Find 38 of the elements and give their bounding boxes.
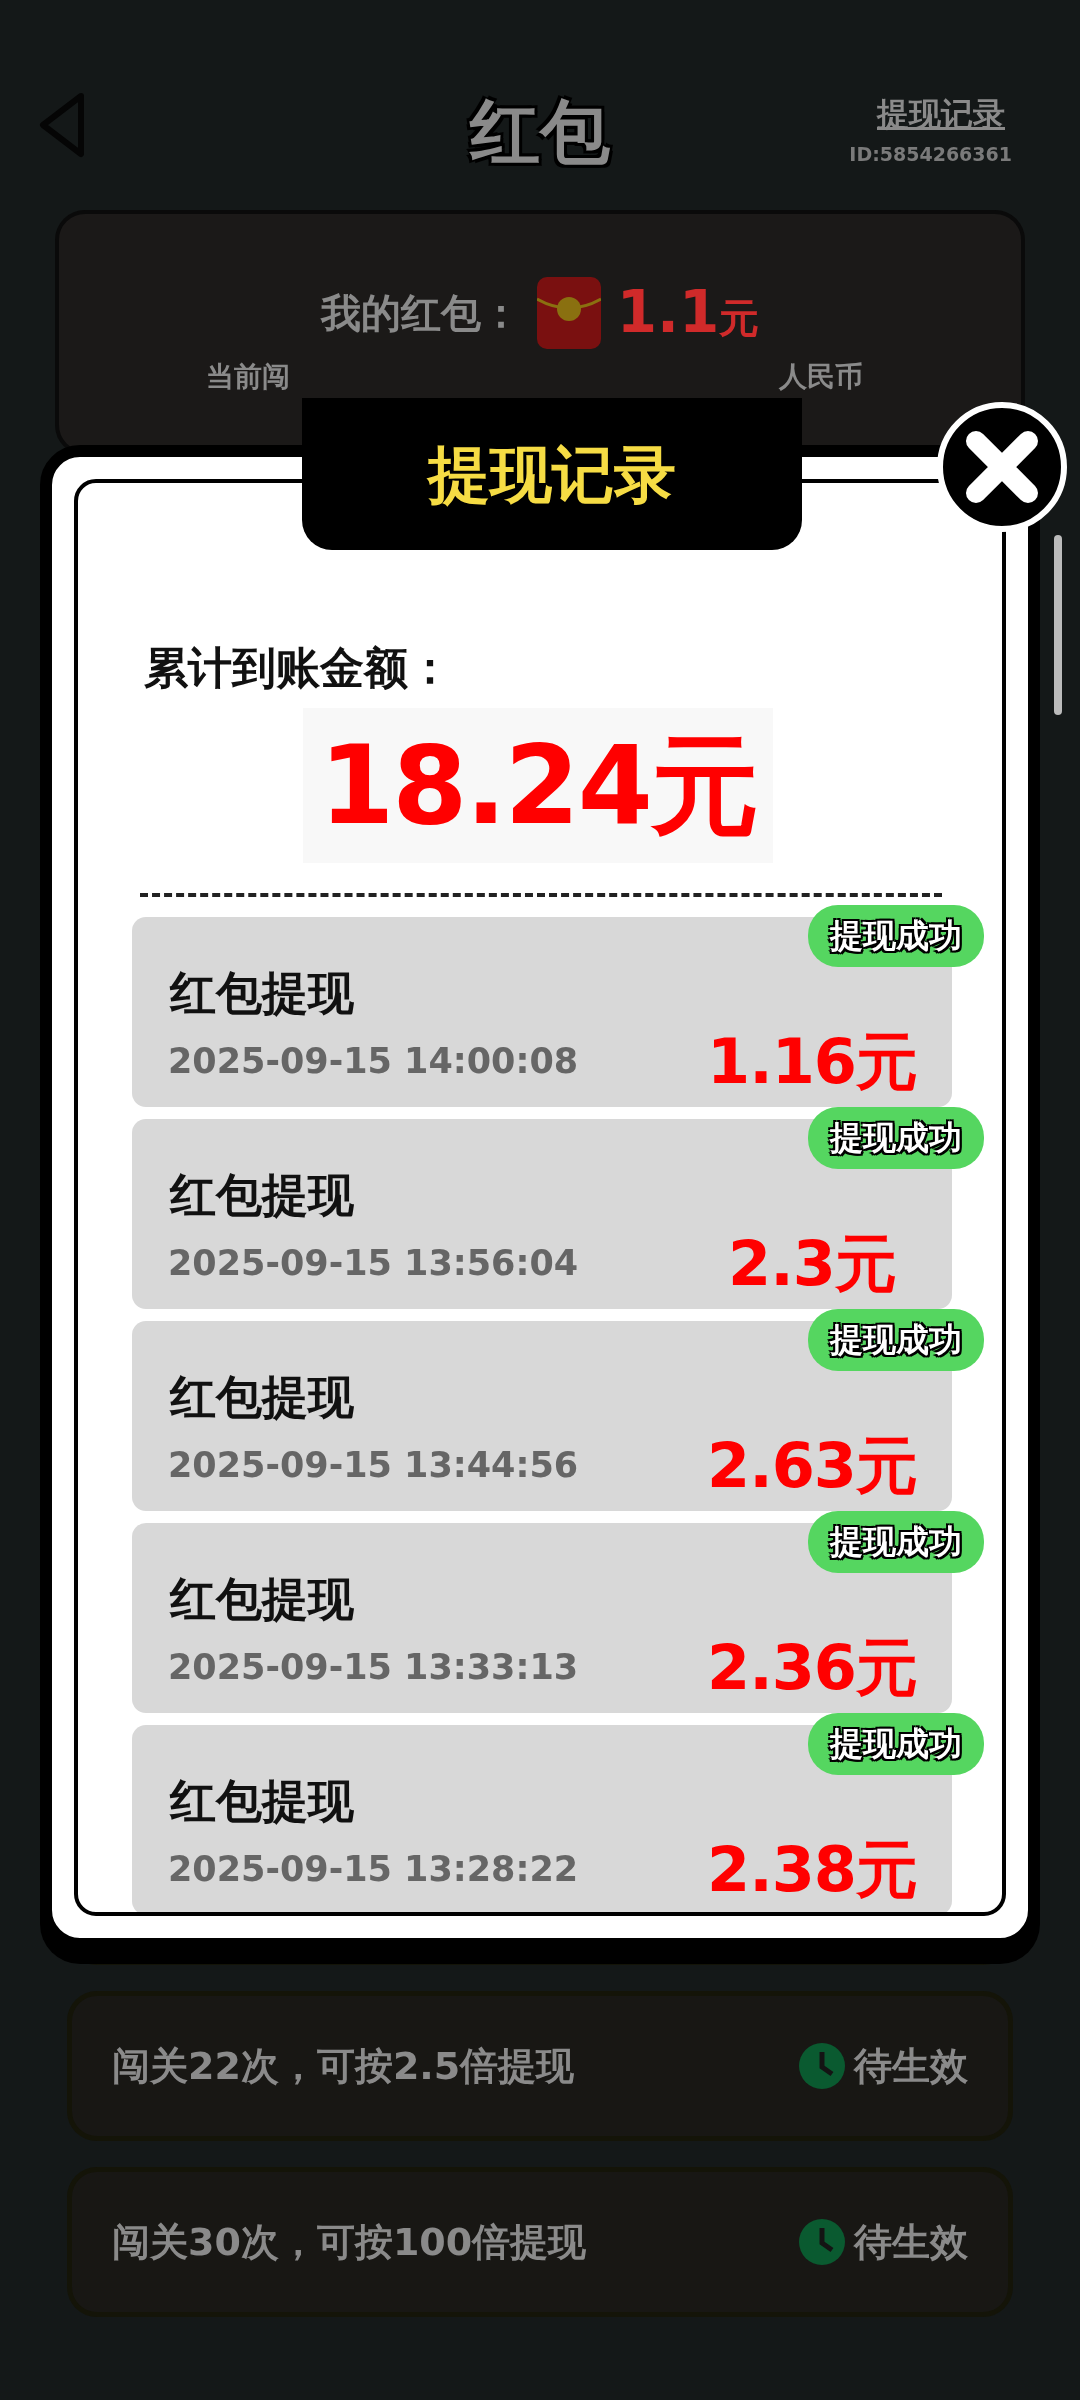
user-id: ID:5854266361 — [849, 142, 1012, 167]
record-amount: 2.38元 — [706, 1832, 918, 1908]
task-status: 待生效 — [854, 2042, 968, 2090]
status-badge: 提现成功 — [808, 1713, 984, 1775]
status-badge: 提现成功 — [808, 1511, 984, 1573]
balance-label: 我的红包： — [320, 288, 521, 338]
clock-icon — [798, 2042, 846, 2090]
envelope-icon — [536, 276, 601, 349]
close-icon — [964, 429, 1040, 505]
task-status: 待生效 — [854, 2218, 968, 2266]
record-title: 红包提现 — [170, 1369, 354, 1426]
clock-icon — [798, 2218, 846, 2266]
record-title: 红包提现 — [170, 1571, 354, 1628]
record-amount: 2.3元 — [727, 1226, 897, 1302]
record-title: 红包提现 — [170, 965, 354, 1022]
total-label: 累计到账金额： — [144, 641, 452, 695]
balance-amount: 1.1元 — [616, 277, 760, 348]
record-time: 2025-09-15 13:44:56 — [168, 1444, 579, 1487]
note-text: 人民币 — [779, 359, 863, 395]
record-amount: 1.16元 — [706, 1024, 918, 1100]
record-time: 2025-09-15 13:28:22 — [168, 1848, 579, 1891]
task-text: 闯关22次，可按2.5倍提现 — [112, 2042, 575, 2090]
record-title: 红包提现 — [170, 1167, 354, 1224]
record-title: 红包提现 — [170, 1773, 354, 1830]
total-amount: 18.24元 — [303, 708, 773, 863]
status-badge: 提现成功 — [808, 905, 984, 967]
dialog-title: 提现记录 — [302, 398, 802, 550]
record-amount: 2.63元 — [706, 1428, 918, 1504]
record-amount: 2.36元 — [706, 1630, 918, 1706]
withdraw-records-link[interactable]: 提现记录 — [877, 90, 1005, 138]
record-time: 2025-09-15 13:56:04 — [168, 1242, 579, 1285]
page-title: 红包 — [470, 90, 610, 175]
record-time: 2025-09-15 13:33:13 — [168, 1646, 579, 1689]
task-text: 闯关30次，可按100倍提现 — [112, 2218, 587, 2266]
status-badge: 提现成功 — [808, 1107, 984, 1169]
status-badge: 提现成功 — [808, 1309, 984, 1371]
note-text: 当前闯 — [206, 359, 290, 395]
record-time: 2025-09-15 14:00:08 — [168, 1040, 579, 1083]
